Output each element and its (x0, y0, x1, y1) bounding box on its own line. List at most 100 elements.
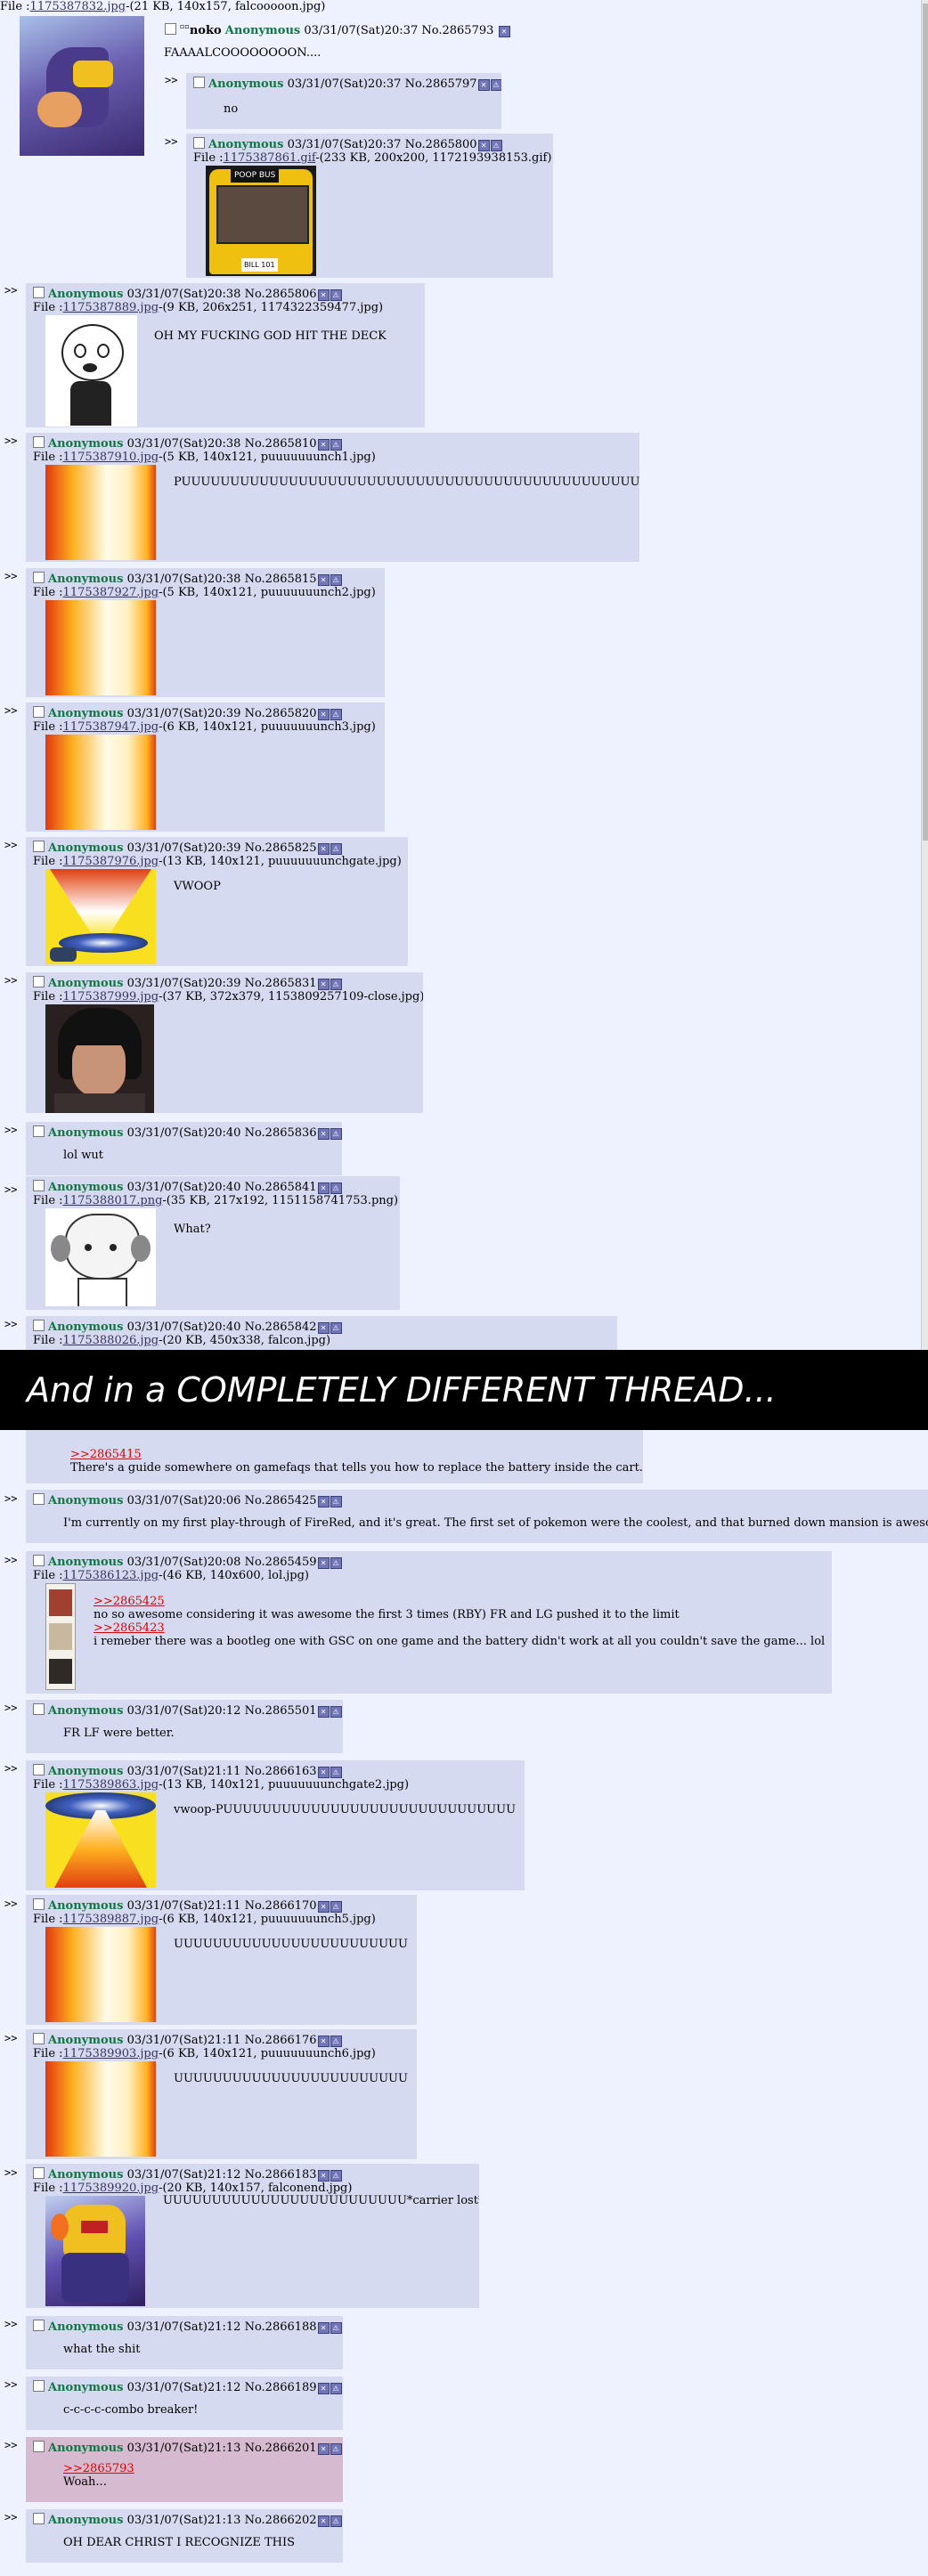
delete-icon[interactable]: ✕ (317, 709, 330, 720)
post-checkbox[interactable] (33, 1555, 45, 1566)
post-checkbox[interactable] (193, 77, 205, 88)
post-number[interactable]: No.2865806 (245, 288, 317, 301)
delete-icon[interactable]: ✕ (317, 2322, 330, 2334)
post-number[interactable]: No.2866183 (245, 2168, 317, 2182)
file-link[interactable]: 1175389863.jpg (63, 1778, 159, 1792)
delete-icon[interactable]: ✕ (317, 979, 330, 990)
post-checkbox[interactable] (33, 1125, 45, 1137)
report-icon[interactable]: ⚠ (330, 574, 342, 586)
delete-icon[interactable]: ✕ (317, 439, 330, 451)
file-link[interactable]: 1175388026.jpg (63, 1334, 159, 1347)
report-icon[interactable]: ⚠ (330, 1496, 342, 1507)
file-link[interactable]: 1175388017.png (63, 1194, 163, 1207)
delete-icon[interactable]: ✕ (317, 1322, 330, 1334)
post-thumbnail[interactable] (45, 600, 156, 695)
post-checkbox[interactable] (33, 2441, 45, 2452)
post-thumbnail[interactable] (45, 465, 156, 560)
report-icon[interactable]: ⚠ (490, 79, 501, 91)
post-number[interactable]: No.2866176 (245, 2034, 317, 2047)
report-icon[interactable]: ⚠ (330, 2443, 342, 2455)
delete-icon[interactable]: ✕ (317, 2515, 330, 2527)
op-thumbnail[interactable] (20, 16, 144, 156)
report-icon[interactable]: ⚠ (330, 2515, 342, 2527)
file-link[interactable]: 1175389920.jpg (63, 2182, 159, 2195)
delete-icon[interactable]: ✕ (477, 140, 490, 151)
post-thumbnail[interactable] (45, 735, 156, 830)
quote-link[interactable]: >>2865793 (63, 2462, 134, 2475)
post-checkbox[interactable] (165, 23, 176, 35)
quote-link[interactable]: >>2865423 (94, 1621, 165, 1635)
delete-icon[interactable]: ✕ (477, 79, 490, 91)
post-number[interactable]: No.2865459 (245, 1556, 317, 1569)
post-thumbnail[interactable] (45, 1792, 156, 1888)
post-checkbox[interactable] (193, 137, 205, 149)
post-checkbox[interactable] (33, 572, 45, 583)
delete-icon[interactable]: ✕ (317, 574, 330, 586)
post-number[interactable]: No.2866170 (245, 1899, 317, 1913)
post-checkbox[interactable] (33, 1493, 45, 1505)
report-icon[interactable]: ⚠ (330, 1128, 342, 1140)
post-checkbox[interactable] (33, 2513, 45, 2524)
quote-link[interactable]: >>2865415 (70, 1448, 636, 1461)
file-link[interactable]: 1175387947.jpg (63, 720, 159, 734)
post-number[interactable]: No.2865425 (245, 1494, 317, 1507)
report-icon[interactable]: ⚠ (330, 2322, 342, 2334)
post-number[interactable]: No.2865825 (245, 841, 317, 855)
post-checkbox[interactable] (33, 841, 45, 852)
report-icon[interactable]: ⚠ (330, 1182, 342, 1194)
delete-icon[interactable]: ✕ (317, 2443, 330, 2455)
report-icon[interactable]: ⚠ (330, 1557, 342, 1569)
post-number[interactable]: No.2865815 (245, 573, 317, 586)
post-checkbox[interactable] (33, 706, 45, 718)
post-number[interactable]: No.2866202 (245, 2514, 317, 2527)
op-file-link[interactable]: 1175387832.jpg (30, 0, 126, 13)
report-icon[interactable]: ⚠ (330, 439, 342, 451)
post-checkbox[interactable] (33, 1180, 45, 1191)
post-number[interactable]: No.2865797 (405, 77, 477, 91)
report-icon[interactable]: ⚠ (330, 1706, 342, 1718)
post-number[interactable]: No.2865501 (245, 1704, 317, 1718)
post-number[interactable]: No.2865793 (421, 24, 493, 37)
report-icon[interactable]: ⚠ (330, 2036, 342, 2047)
post-checkbox[interactable] (33, 2167, 45, 2179)
post-checkbox[interactable] (33, 2380, 45, 2392)
post-number[interactable]: No.2865836 (245, 1126, 317, 1140)
delete-icon[interactable]: ✕ (317, 843, 330, 855)
report-icon[interactable]: ⚠ (330, 1767, 342, 1778)
post-checkbox[interactable] (33, 976, 45, 987)
delete-icon[interactable]: ✕ (317, 1182, 330, 1194)
post-checkbox[interactable] (33, 1764, 45, 1776)
post-checkbox[interactable] (33, 2320, 45, 2331)
file-link[interactable]: 1175389887.jpg (63, 1913, 159, 1926)
post-number[interactable]: No.2865800 (405, 138, 477, 151)
post-thumbnail[interactable] (45, 1208, 156, 1306)
post-number[interactable]: No.2865810 (245, 437, 317, 451)
file-link[interactable]: 1175387910.jpg (63, 451, 159, 464)
report-icon[interactable]: ⚠ (330, 2170, 342, 2182)
post-thumbnail[interactable] (45, 1927, 156, 2022)
delete-icon[interactable]: ✕ (317, 289, 330, 301)
post-checkbox[interactable] (33, 1320, 45, 1331)
delete-icon[interactable]: ✕ (317, 2170, 330, 2182)
scrollbar[interactable] (921, 0, 928, 1350)
delete-icon[interactable]: ✕ (317, 2036, 330, 2047)
post-thumbnail[interactable] (45, 315, 137, 427)
delete-icon[interactable]: ✕ (498, 26, 510, 37)
post-number[interactable]: No.2865831 (245, 977, 317, 990)
post-thumbnail[interactable] (45, 2061, 156, 2157)
post-thumbnail[interactable] (45, 869, 156, 964)
file-link[interactable]: 1175386123.jpg (63, 1569, 159, 1582)
file-link[interactable]: 1175387976.jpg (63, 855, 159, 868)
post-checkbox[interactable] (33, 2033, 45, 2044)
report-icon[interactable]: ⚠ (490, 140, 502, 151)
scrollbar-thumb[interactable] (923, 4, 928, 841)
post-checkbox[interactable] (33, 287, 45, 298)
delete-icon[interactable]: ✕ (317, 1706, 330, 1718)
post-thumbnail[interactable] (45, 1004, 154, 1113)
delete-icon[interactable]: ✕ (317, 1557, 330, 1569)
report-icon[interactable]: ⚠ (330, 2383, 342, 2394)
file-link[interactable]: 1175389903.jpg (63, 2047, 159, 2060)
post-number[interactable]: No.2866188 (245, 2320, 317, 2334)
report-icon[interactable]: ⚠ (330, 843, 342, 855)
post-number[interactable]: No.2865842 (245, 1321, 317, 1334)
